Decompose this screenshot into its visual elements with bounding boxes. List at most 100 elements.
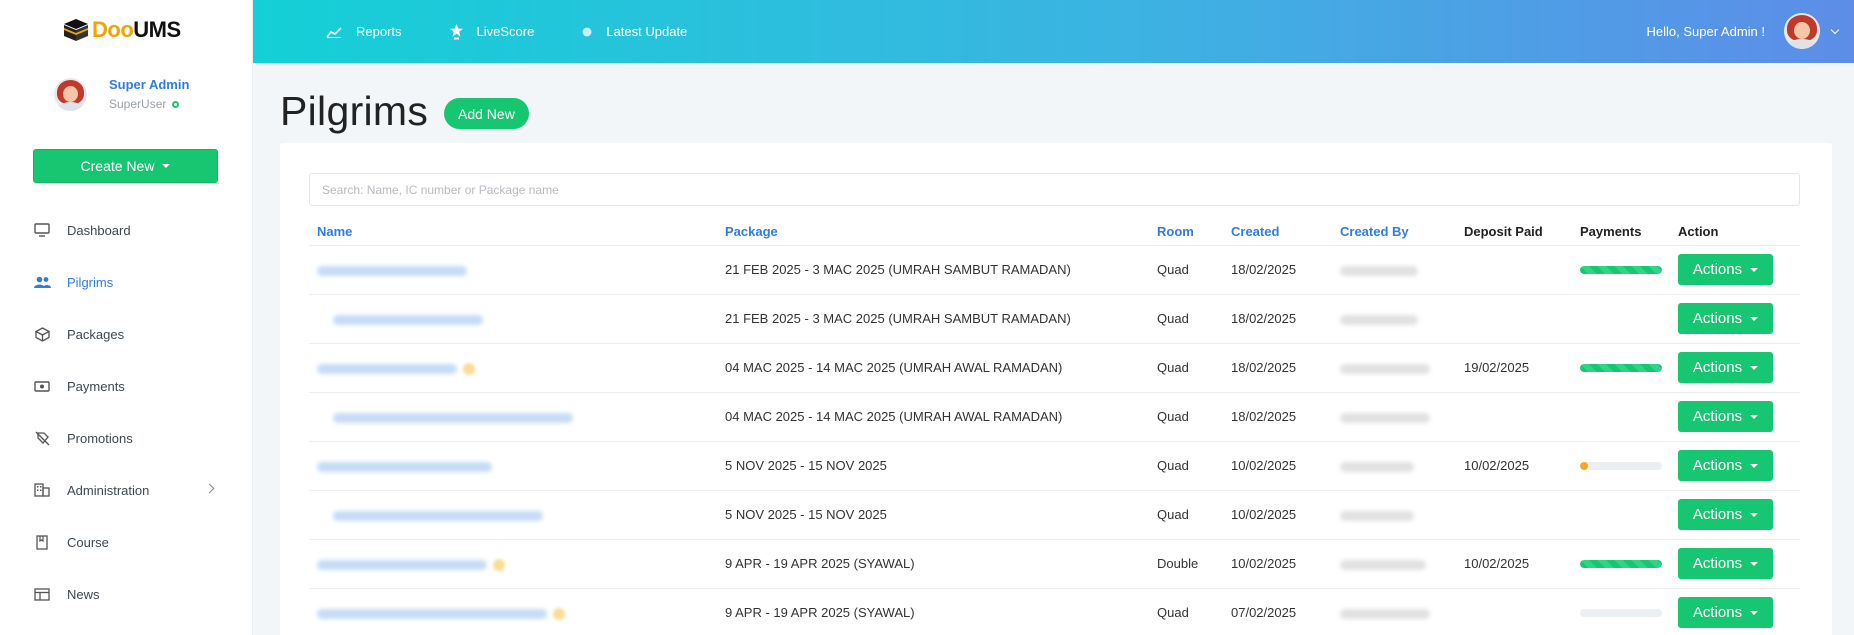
star-icon [553,607,565,620]
sidebar-item-pilgrims[interactable]: Pilgrims [0,256,253,308]
brand-part2: UMS [133,17,181,42]
col-action: Action [1670,218,1800,246]
sidebar-item-promotions[interactable]: Promotions [0,412,253,464]
table-header-row: Name Package Room Created Created By Dep… [309,218,1800,246]
actions-button[interactable]: Actions [1678,401,1773,432]
sidebar-item-dashboard[interactable]: Dashboard [0,204,253,256]
cell-action: Actions [1670,588,1800,635]
top-nav-label: Reports [356,24,402,39]
user-avatar-menu[interactable] [1784,13,1820,49]
redacted-name[interactable] [317,559,487,570]
cell-name[interactable] [309,245,717,295]
pilgrims-table: Name Package Room Created Created By Dep… [309,218,1800,635]
cell-payments [1572,294,1670,344]
caret-down-icon [1750,610,1759,615]
redacted-name[interactable] [333,510,543,521]
actions-label: Actions [1692,457,1743,474]
star-icon [463,362,475,375]
cell-room: Quad [1149,441,1223,491]
actions-button[interactable]: Actions [1678,548,1773,579]
cell-deposit: 10/02/2025 [1456,441,1572,491]
top-nav-reports[interactable]: Reports [326,24,402,39]
cell-action: Actions [1670,490,1800,540]
cell-deposit [1456,392,1572,442]
redacted-name[interactable] [317,461,492,472]
actions-button[interactable]: Actions [1678,254,1773,285]
cell-created: 07/02/2025 [1223,588,1332,635]
redacted-creator [1340,461,1414,472]
cell-name[interactable] [309,588,717,635]
sidebar-item-course[interactable]: Course [0,516,253,568]
chevron-down-icon[interactable] [1830,25,1840,35]
caret-down-icon [1750,463,1759,468]
actions-button[interactable]: Actions [1678,450,1773,481]
search-input[interactable] [309,173,1800,206]
user-role: SuperUser [109,97,189,111]
col-name[interactable]: Name [309,218,717,246]
redacted-name[interactable] [333,412,573,423]
sidebar-item-packages[interactable]: Packages [0,308,253,360]
actions-button[interactable]: Actions [1678,352,1773,383]
cell-name[interactable] [309,294,717,344]
cell-name[interactable] [309,343,717,393]
top-nav-livescore[interactable]: LiveScore [449,23,535,40]
cell-payments [1572,588,1670,635]
actions-button[interactable]: Actions [1678,597,1773,628]
actions-button[interactable]: Actions [1678,499,1773,530]
brand-logo[interactable]: Doo UMS [62,16,181,44]
top-nav-label: LiveScore [476,24,535,39]
sidebar-item-administration[interactable]: Administration [0,464,253,516]
cell-package: 04 MAC 2025 - 14 MAC 2025 (UMRAH AWAL RA… [717,392,1149,442]
cell-created-by [1332,343,1456,393]
payment-progress-fill [1580,363,1662,372]
cell-payments [1572,392,1670,442]
cell-payments [1572,343,1670,393]
payment-progress [1580,461,1662,470]
trophy-star-icon [449,23,463,40]
redacted-name[interactable] [317,608,547,619]
cell-deposit [1456,588,1572,635]
redacted-name[interactable] [317,265,467,276]
payment-progress [1580,363,1662,372]
cell-action: Actions [1670,539,1800,589]
user-name[interactable]: Super Admin [109,77,189,92]
sidebar-item-news[interactable]: News [0,568,253,620]
cell-deposit [1456,294,1572,344]
table-row: 04 MAC 2025 - 14 MAC 2025 (UMRAH AWAL RA… [309,343,1800,393]
avatar[interactable] [54,77,87,111]
cell-package: 5 NOV 2025 - 15 NOV 2025 [717,490,1149,540]
greeting: Hello, Super Admin ! [1646,24,1765,39]
col-created-by[interactable]: Created By [1332,218,1456,246]
chevron-right-icon [204,483,215,494]
cell-name[interactable] [309,539,717,589]
dot-icon [582,27,592,37]
actions-button[interactable]: Actions [1678,303,1773,334]
cell-deposit: 19/02/2025 [1456,343,1572,393]
sidebar-item-label: Packages [67,326,125,342]
top-nav-latest-update[interactable]: Latest Update [582,24,687,39]
redacted-name[interactable] [333,314,483,325]
caret-down-icon [1750,512,1759,517]
col-created[interactable]: Created [1223,218,1332,246]
actions-label: Actions [1692,310,1743,327]
create-new-button[interactable]: Create New [33,149,218,183]
sidebar-item-payments[interactable]: Payments [0,360,253,412]
sidebar-user: Super Admin SuperUser [54,77,189,111]
cell-name[interactable] [309,392,717,442]
redacted-creator [1340,559,1426,570]
top-nav: Reports LiveScore Latest Update [326,0,735,63]
table-row: 5 NOV 2025 - 15 NOV 2025 Quad 10/02/2025 Ac… [309,490,1800,540]
col-room[interactable]: Room [1149,218,1223,246]
add-new-button[interactable]: Add New [444,98,529,129]
cell-name[interactable] [309,490,717,540]
table-row: 21 FEB 2025 - 3 MAC 2025 (UMRAH SAMBUT R… [309,294,1800,344]
col-package[interactable]: Package [717,218,1149,246]
cell-deposit [1456,245,1572,295]
payment-progress [1580,559,1662,568]
kaaba-icon [64,19,88,41]
redacted-name[interactable] [317,363,457,374]
payment-progress-fill [1580,265,1662,274]
cell-name[interactable] [309,441,717,491]
sidebar-item-label: Administration [67,482,150,498]
cell-action: Actions [1670,343,1800,393]
